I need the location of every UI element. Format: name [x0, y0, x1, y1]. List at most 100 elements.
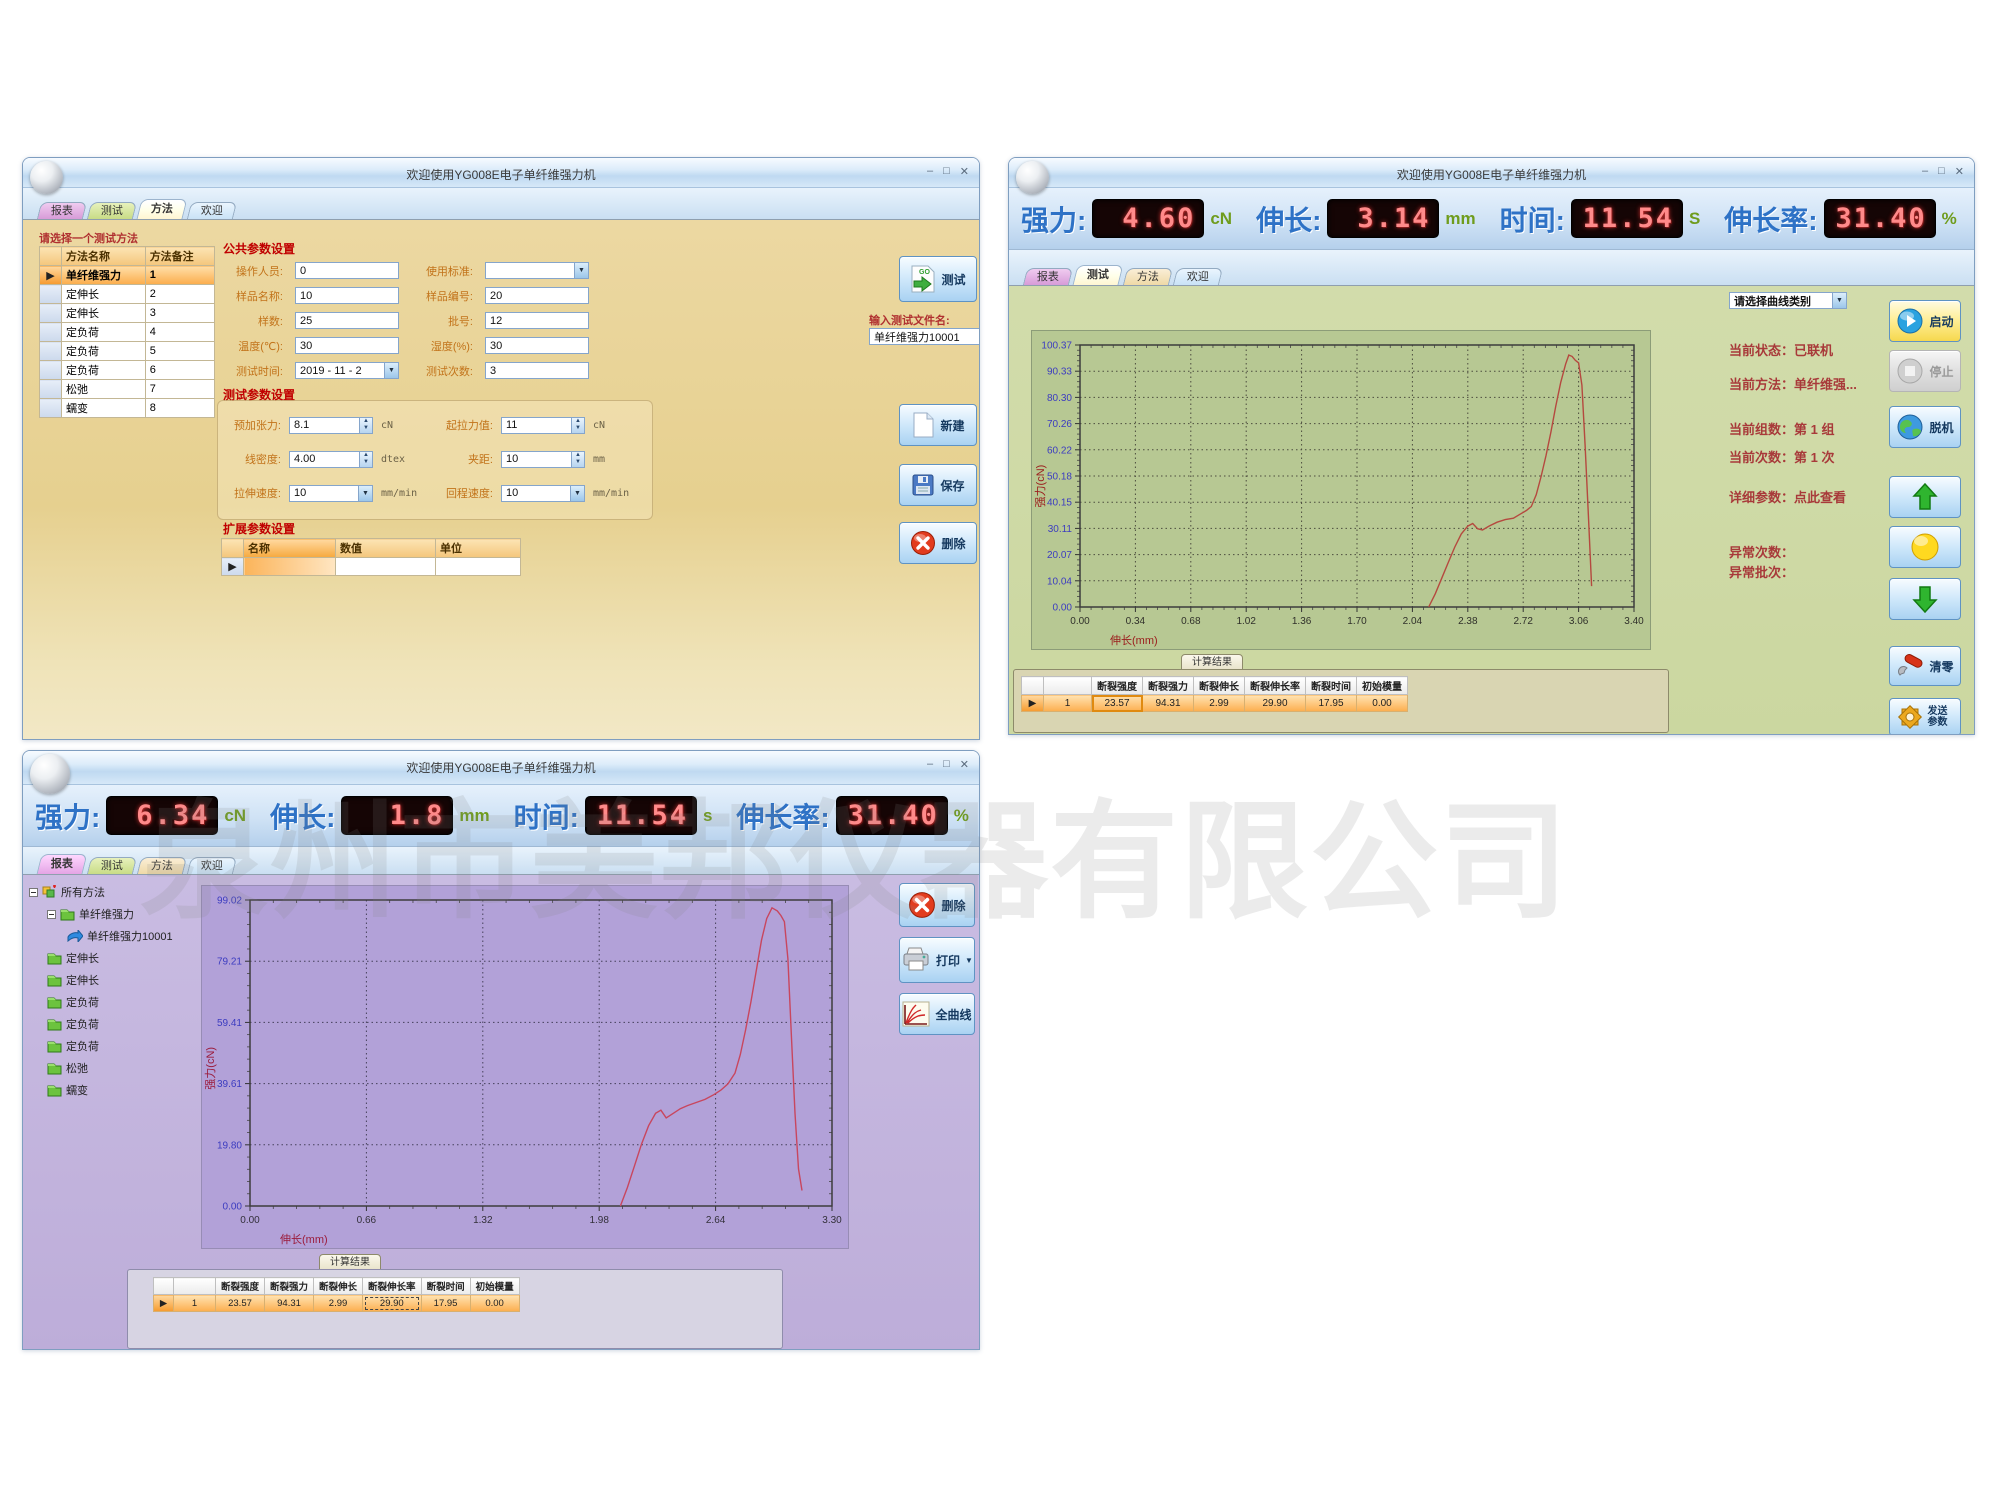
new-document-icon — [911, 412, 935, 438]
collapse-icon[interactable] — [29, 888, 38, 897]
tree-item-method[interactable]: 定负荷 — [29, 1035, 193, 1057]
tree-item-method[interactable]: 单纤维强力 — [29, 903, 193, 925]
method-row[interactable]: ▶单纤维强力1 — [40, 266, 215, 285]
field-unit: cN — [589, 420, 645, 431]
close-button[interactable]: ✕ — [1955, 165, 1964, 178]
humidity-field[interactable]: 30 — [485, 337, 589, 354]
svg-text:79.21: 79.21 — [217, 957, 242, 968]
zero-clear-button[interactable]: 清零 — [1889, 646, 1961, 686]
yellow-ball-icon — [1909, 531, 1941, 563]
sample-count-field[interactable]: 25 — [295, 312, 399, 329]
chevron-down-icon[interactable]: ▼ — [1832, 293, 1846, 308]
tab-method[interactable]: 方法 — [1123, 268, 1173, 285]
method-row[interactable]: 定负荷5 — [40, 342, 215, 361]
print-button[interactable]: 打印 ▼ — [899, 937, 975, 983]
svg-text:1.36: 1.36 — [1292, 616, 1312, 627]
tab-test[interactable]: 测试 — [1073, 265, 1124, 285]
minimize-button[interactable]: – — [927, 758, 933, 771]
method-row[interactable]: 蠕变8 — [40, 399, 215, 418]
close-button[interactable]: ✕ — [960, 758, 969, 771]
delete-button[interactable]: 删除 — [899, 522, 977, 564]
field-label: 起拉力值: — [433, 417, 497, 433]
maximize-button[interactable]: □ — [943, 758, 950, 771]
new-button[interactable]: 新建 — [899, 404, 977, 446]
file-name-input[interactable]: 单纤维强力10001 — [869, 328, 980, 345]
sample-no-field[interactable]: 20 — [485, 287, 589, 304]
chevron-down-icon[interactable]: ▼ — [384, 363, 398, 378]
tree-item-method[interactable]: 定负荷 — [29, 1013, 193, 1035]
field-unit: cN — [377, 420, 429, 431]
close-button[interactable]: ✕ — [960, 165, 969, 178]
test-time-select[interactable]: 2019 - 11 - 2▼ — [295, 362, 399, 379]
chevron-down-icon[interactable]: ▼ — [570, 486, 584, 501]
tab-test[interactable]: 测试 — [87, 202, 137, 219]
collapse-icon[interactable] — [47, 910, 56, 919]
test-times-field[interactable]: 3 — [485, 362, 589, 379]
send-params-button[interactable]: 发送参数 — [1889, 698, 1961, 735]
time-readout: 时间:11.54s — [514, 796, 713, 836]
chevron-down-icon[interactable]: ▼ — [965, 956, 973, 965]
start-force-spinner[interactable]: 11▲▼ — [501, 417, 585, 434]
gauge-length-spinner[interactable]: 10▲▼ — [501, 451, 585, 468]
tree-item-method[interactable]: 定负荷 — [29, 991, 193, 1013]
pretension-spinner[interactable]: 8.1▲▼ — [289, 417, 373, 434]
tab-welcome[interactable]: 欢迎 — [187, 857, 237, 874]
linear-density-spinner[interactable]: 4.00▲▼ — [289, 451, 373, 468]
tab-report[interactable]: 报表 — [37, 854, 88, 874]
tab-report[interactable]: 报表 — [37, 202, 87, 219]
result-row[interactable]: ▶ 1 23.57 94.31 2.99 29.90 17.95 0.00 — [1022, 695, 1408, 712]
tab-welcome[interactable]: 欢迎 — [187, 202, 237, 219]
delete-button[interactable]: 删除 — [899, 883, 975, 927]
ext-param-row[interactable]: ▶ — [222, 558, 521, 576]
status-detail-link[interactable]: 详细参数：点此查看 — [1729, 487, 1846, 506]
tab-method[interactable]: 方法 — [137, 199, 188, 219]
tree-item-all-methods[interactable]: 所有方法 — [29, 881, 193, 903]
method-row[interactable]: 松弛7 — [40, 380, 215, 399]
move-up-button[interactable] — [1889, 476, 1961, 518]
minimize-button[interactable]: – — [1922, 165, 1928, 178]
spinner-arrows-icon[interactable]: ▲▼ — [359, 452, 372, 467]
sample-name-field[interactable]: 10 — [295, 287, 399, 304]
spinner-arrows-icon[interactable]: ▲▼ — [359, 418, 372, 433]
tree-item-method[interactable]: 蠕变 — [29, 1079, 193, 1101]
led-readout-band: 强力:4.60cN 伸长:3.14mm 时间:11.54S 伸长率:31.40% — [1009, 188, 1974, 250]
tree-item-method[interactable]: 定伸长 — [29, 969, 193, 991]
chevron-down-icon[interactable]: ▼ — [574, 263, 588, 278]
spinner-arrows-icon[interactable]: ▲▼ — [571, 452, 584, 467]
status-abnormal-batch: 异常批次： — [1729, 562, 1794, 581]
stretch-speed-select[interactable]: 10▼ — [289, 485, 373, 502]
return-speed-select[interactable]: 10▼ — [501, 485, 585, 502]
spinner-arrows-icon[interactable]: ▲▼ — [571, 418, 584, 433]
operator-field[interactable]: 0 — [295, 262, 399, 279]
tab-welcome[interactable]: 欢迎 — [1173, 268, 1223, 285]
maximize-button[interactable]: □ — [943, 165, 950, 178]
full-curve-button[interactable]: 全曲线 — [899, 993, 975, 1035]
chevron-down-icon[interactable]: ▼ — [358, 486, 372, 501]
curve-type-select[interactable]: 请选择曲线类别▼ — [1729, 292, 1847, 309]
maximize-button[interactable]: □ — [1938, 165, 1945, 178]
method-row[interactable]: 定伸长3 — [40, 304, 215, 323]
svg-text:40.15: 40.15 — [1047, 498, 1072, 509]
method-row[interactable]: 定负荷4 — [40, 323, 215, 342]
batch-field[interactable]: 12 — [485, 312, 589, 329]
save-button[interactable]: 保存 — [899, 464, 977, 506]
start-button[interactable]: 启动 — [1889, 300, 1961, 342]
standard-select[interactable]: ▼ — [485, 262, 589, 279]
method-row[interactable]: 定负荷6 — [40, 361, 215, 380]
stop-button[interactable]: 停止 — [1889, 350, 1961, 392]
tree-item-method[interactable]: 定伸长 — [29, 947, 193, 969]
tree-item-method[interactable]: 松弛 — [29, 1057, 193, 1079]
minimize-button[interactable]: – — [927, 165, 933, 178]
tab-test[interactable]: 测试 — [87, 857, 137, 874]
offline-button[interactable]: 脱机 — [1889, 406, 1961, 448]
result-row[interactable]: ▶ 1 23.57 94.31 2.99 29.90 17.95 0.00 — [154, 1295, 520, 1312]
test-button[interactable]: GO 测试 — [899, 256, 977, 302]
pause-ball-button[interactable] — [1889, 526, 1961, 568]
temperature-field[interactable]: 30 — [295, 337, 399, 354]
tab-report[interactable]: 报表 — [1023, 268, 1073, 285]
tree-item-test-file[interactable]: 单纤维强力10001 — [29, 925, 193, 947]
move-down-button[interactable] — [1889, 578, 1961, 620]
method-row[interactable]: 定伸长2 — [40, 285, 215, 304]
method-tree: 所有方法 单纤维强力 单纤维强力10001 定伸长 定伸长 定负荷 定负荷 定负… — [29, 881, 193, 1101]
tab-method[interactable]: 方法 — [137, 857, 187, 874]
